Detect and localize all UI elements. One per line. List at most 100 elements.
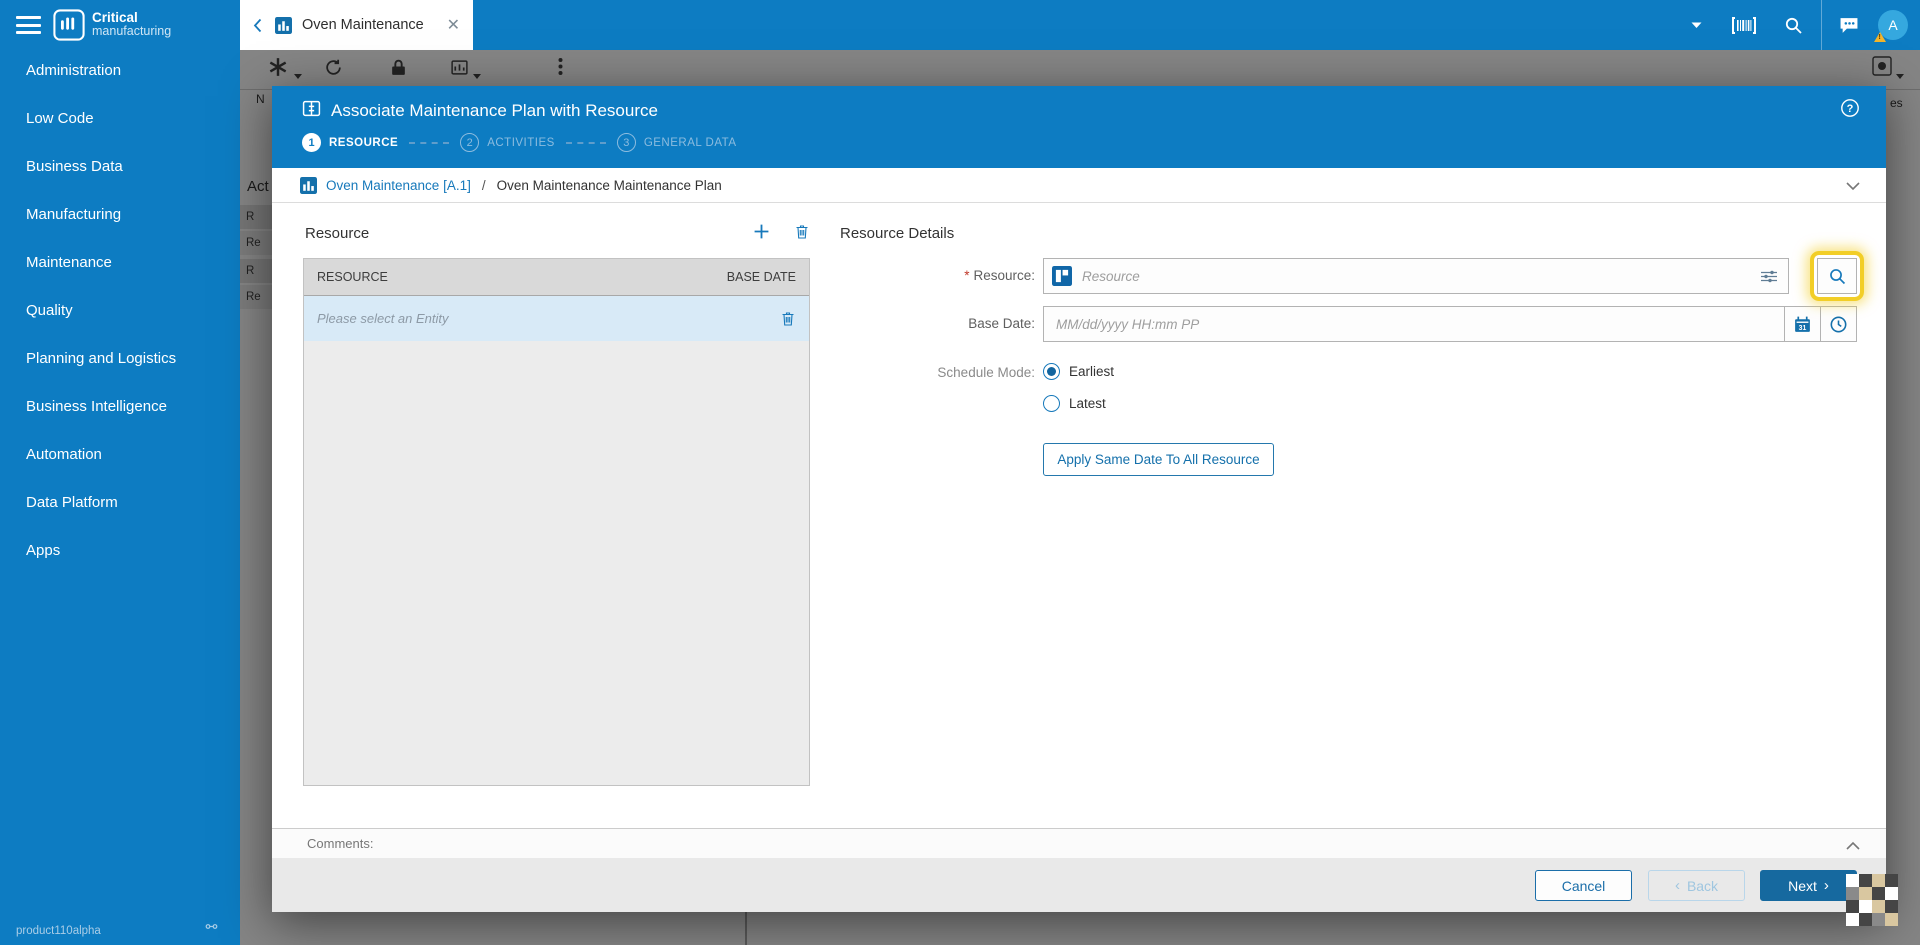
comments-label: Comments: [307, 836, 374, 851]
svg-text:?: ? [1847, 103, 1854, 115]
sidebar-item-apps[interactable]: Apps [0, 527, 240, 575]
sidebar-item-business-data[interactable]: Business Data [0, 143, 240, 191]
resource-input-placeholder: Resource [1082, 268, 1140, 284]
wizard-body: Resource RESOURCE BASE DATE Please selec… [272, 203, 1886, 828]
back-chevron-icon: ‹ [1674, 877, 1680, 894]
next-button[interactable]: Next › [1760, 870, 1857, 901]
sidebar-footer: product110alpha [0, 913, 240, 945]
clock-icon[interactable] [1820, 306, 1857, 342]
row-trash-icon[interactable] [780, 310, 796, 327]
breadcrumb-chevron-down-icon[interactable] [1846, 178, 1860, 196]
corner-marker-artifact [1846, 874, 1898, 931]
sidebar-item-business-intelligence[interactable]: Business Intelligence [0, 383, 240, 431]
warning-triangle-icon [1874, 32, 1886, 42]
step-3-circle: 3 [616, 133, 636, 152]
step-2-circle: 2 [460, 133, 480, 152]
tab-close-icon[interactable]: ✕ [447, 15, 460, 35]
base-date-placeholder: MM/dd/yyyy HH:mm PP [1056, 316, 1200, 332]
sidebar-item-manufacturing[interactable]: Manufacturing [0, 191, 240, 239]
brand-name: Critical manufacturing [92, 10, 172, 39]
step-resource[interactable]: 1 RESOURCE [302, 133, 398, 152]
cancel-button[interactable]: Cancel [1535, 870, 1632, 901]
resource-table-row-selected[interactable]: Please select an Entity [304, 296, 809, 341]
add-resource-icon[interactable] [753, 223, 770, 245]
product-version: product110alpha [16, 925, 101, 937]
resource-entity-icon [1052, 266, 1072, 286]
sidebar-item-low-code[interactable]: Low Code [0, 95, 240, 143]
sidebar-item-maintenance[interactable]: Maintenance [0, 239, 240, 287]
avatar[interactable]: A [1874, 10, 1908, 42]
radio-latest-label: Latest [1069, 396, 1106, 411]
step-2-label: ACTIVITIES [487, 136, 555, 149]
entity-type-icon [300, 176, 317, 194]
resource-field-label: * Resource: [964, 268, 1035, 283]
comments-section[interactable]: Comments: [272, 828, 1886, 858]
base-date-field-label: Base Date: [968, 316, 1035, 331]
radio-latest-control[interactable] [1043, 395, 1060, 412]
sidebar: Critical manufacturing Administration Lo… [0, 0, 240, 945]
resource-table-header: RESOURCE BASE DATE [304, 259, 809, 296]
wizard-title-icon [302, 99, 321, 123]
sidebar-item-automation[interactable]: Automation [0, 431, 240, 479]
associate-maintenance-plan-wizard: Associate Maintenance Plan with Resource… [272, 86, 1886, 912]
resource-input[interactable]: Resource [1043, 258, 1789, 294]
tab-oven-maintenance[interactable]: Oven Maintenance ✕ [240, 0, 473, 50]
step-activities[interactable]: 2 ACTIVITIES [460, 133, 555, 152]
radio-earliest[interactable]: Earliest [1043, 363, 1114, 380]
topbar-divider [1821, 0, 1822, 50]
radio-latest[interactable]: Latest [1043, 395, 1106, 412]
breadcrumb-separator: / [481, 177, 486, 193]
step-connector [409, 141, 450, 144]
schedule-mode-label: Schedule Mode: [937, 365, 1035, 380]
barcode-scanner-icon[interactable] [1732, 16, 1756, 34]
resource-search-button[interactable] [1817, 258, 1857, 294]
radio-earliest-control[interactable] [1043, 363, 1060, 380]
back-button[interactable]: ‹ Back [1648, 870, 1745, 901]
wizard-header: Associate Maintenance Plan with Resource… [272, 86, 1886, 168]
advanced-filter-icon[interactable] [1760, 269, 1778, 289]
column-base-date[interactable]: BASE DATE [727, 270, 796, 284]
step-1-label: RESOURCE [329, 136, 399, 149]
base-date-input[interactable]: MM/dd/yyyy HH:mm PP [1043, 306, 1785, 342]
sidebar-item-data-platform[interactable]: Data Platform [0, 479, 240, 527]
sidebar-nav: Administration Low Code Business Data Ma… [0, 47, 240, 575]
sidebar-item-planning-and-logistics[interactable]: Planning and Logistics [0, 335, 240, 383]
apply-same-date-button[interactable]: Apply Same Date To All Resource [1043, 443, 1274, 476]
entity-type-icon [275, 16, 292, 34]
screen: { "colors": { "accent": "#0d7cc2", "prim… [0, 0, 1920, 945]
tab-scroll-left-icon[interactable] [253, 18, 262, 33]
topbar-actions: A [1691, 0, 1920, 50]
avatar-initial: A [1888, 17, 1898, 33]
brand-light: manufacturing [92, 24, 172, 39]
next-chevron-icon: › [1823, 877, 1829, 894]
help-icon[interactable]: ? [1840, 98, 1860, 123]
messages-icon[interactable] [1838, 16, 1860, 35]
step-connector [565, 141, 606, 144]
wizard-footer: Cancel ‹ Back Next › [272, 858, 1886, 912]
required-marker: * [964, 268, 970, 283]
breadcrumb: Oven Maintenance [A.1] / Oven Maintenanc… [272, 168, 1886, 203]
chevron-down-icon[interactable] [1691, 22, 1702, 29]
comments-chevron-up-icon[interactable] [1846, 837, 1860, 855]
tab-title: Oven Maintenance [302, 17, 424, 33]
empty-entity-text: Please select an Entity [317, 311, 449, 326]
topbar: Oven Maintenance ✕ A [240, 0, 1920, 50]
radio-earliest-label: Earliest [1069, 364, 1115, 379]
sidebar-item-quality[interactable]: Quality [0, 287, 240, 335]
menu-icon[interactable] [16, 16, 41, 34]
resource-panel-actions [303, 223, 810, 245]
delete-resource-icon[interactable] [794, 223, 810, 245]
sidebar-item-administration[interactable]: Administration [0, 47, 240, 95]
connection-status-icon [205, 919, 218, 937]
step-general-data[interactable]: 3 GENERAL DATA [616, 133, 737, 152]
step-3-label: GENERAL DATA [643, 136, 737, 149]
sidebar-header: Critical manufacturing [0, 0, 240, 50]
search-icon[interactable] [1784, 16, 1803, 35]
calendar-icon[interactable]: 31 [1784, 306, 1821, 342]
wizard-title: Associate Maintenance Plan with Resource [331, 101, 658, 120]
breadcrumb-parent-link[interactable]: Oven Maintenance [A.1] [326, 178, 471, 193]
breadcrumb-current: Oven Maintenance Maintenance Plan [496, 177, 722, 193]
column-resource[interactable]: RESOURCE [317, 270, 727, 284]
wizard-steps: 1 RESOURCE 2 ACTIVITIES 3 GENERAL DATA [302, 133, 737, 152]
critical-manufacturing-logo [53, 9, 85, 46]
